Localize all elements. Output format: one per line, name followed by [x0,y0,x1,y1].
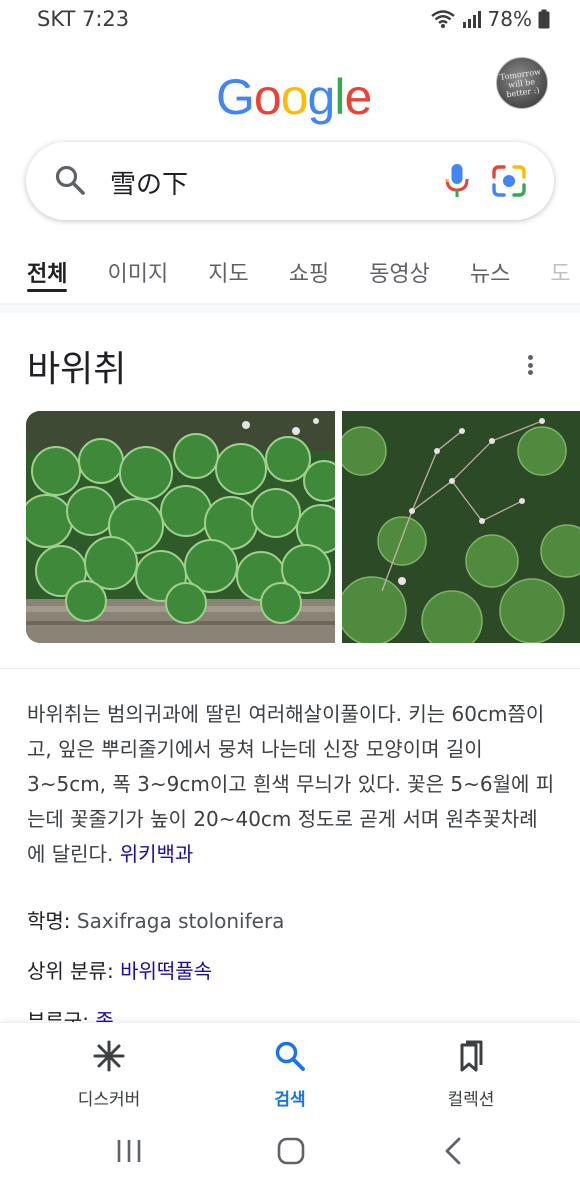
collections-icon [454,1039,488,1077]
nav-discover[interactable]: 디스커버 [49,1039,169,1110]
search-icon [273,1039,307,1077]
tab-images[interactable]: 이미지 [107,250,168,296]
tab-all[interactable]: 전체 [27,250,68,296]
search-tabs: 전체 이미지 지도 쇼핑 동영상 뉴스 도 [0,250,580,302]
home-icon[interactable] [276,1136,306,1170]
carrier-time: SKT 7:23 [37,7,130,31]
plant-image-1[interactable] [26,411,335,643]
logo-letter: e [344,69,372,125]
tab-maps[interactable]: 지도 [208,250,248,296]
section-gap [0,305,580,313]
tab-news[interactable]: 뉴스 [470,250,510,296]
logo-letter: g [307,69,336,125]
avatar-text: Tomorrow will be better :) [499,66,542,99]
plant-image-2[interactable] [342,411,580,643]
description: 바위취는 범의귀과에 딸린 여러해살이풀이다. 키는 60cm쯤이고, 잎은 뿌… [27,697,555,872]
search-bar[interactable]: 雪の下 [26,142,554,220]
panel-divider [0,668,580,669]
more-options-icon[interactable] [520,352,540,378]
nav-search[interactable]: 검색 [230,1039,350,1110]
tab-more[interactable]: 도 [550,250,570,296]
status-icons: 78% [430,7,550,31]
account-avatar[interactable]: Tomorrow will be better :) [496,57,548,109]
asterisk-icon [92,1039,126,1077]
tab-videos[interactable]: 동영상 [369,250,430,296]
back-icon[interactable] [440,1136,466,1170]
description-text: 바위취는 범의귀과에 딸린 여러해살이풀이다. 키는 60cm쯤이고, 잎은 뿌… [27,702,555,866]
logo-letter: G [216,69,255,125]
wifi-icon [430,9,456,29]
google-logo[interactable]: Google [216,68,372,125]
fact-value: Saxifraga stolonifera [76,909,285,933]
nav-search-label: 검색 [274,1090,306,1110]
google-lens-icon[interactable] [491,164,527,202]
nav-collections-label: 컬렉션 [447,1090,495,1110]
bottom-navigation: 디스커버 검색 컬렉션 [0,1022,580,1116]
recent-apps-icon[interactable] [115,1136,143,1170]
battery-icon [538,9,550,29]
fact-label: 학명: [27,909,71,933]
logo-letter: l [334,69,345,125]
system-navigation-bar [0,1116,580,1192]
fact-parent-taxon: 상위 분류: 바위떡풀속 [27,955,212,984]
microphone-icon[interactable] [444,162,470,204]
knowledge-panel-title: 바위취 [27,349,127,390]
status-bar: SKT 7:23 78% [0,0,580,40]
fact-scientific-name: 학명: Saxifraga stolonifera [27,905,284,934]
battery-percent: 78% [487,7,532,31]
tab-shopping[interactable]: 쇼핑 [289,250,329,296]
logo-letter: o [280,69,309,125]
nav-collections[interactable]: 컬렉션 [411,1039,531,1110]
signal-icon [462,9,482,29]
fact-label: 상위 분류: [27,959,114,983]
wikipedia-link[interactable]: 위키백과 [120,842,194,866]
logo-letter: o [253,69,282,125]
nav-discover-label: 디스커버 [77,1090,141,1110]
search-query[interactable]: 雪の下 [110,164,188,201]
fact-link[interactable]: 바위떡풀속 [120,959,212,983]
search-icon [54,164,86,202]
